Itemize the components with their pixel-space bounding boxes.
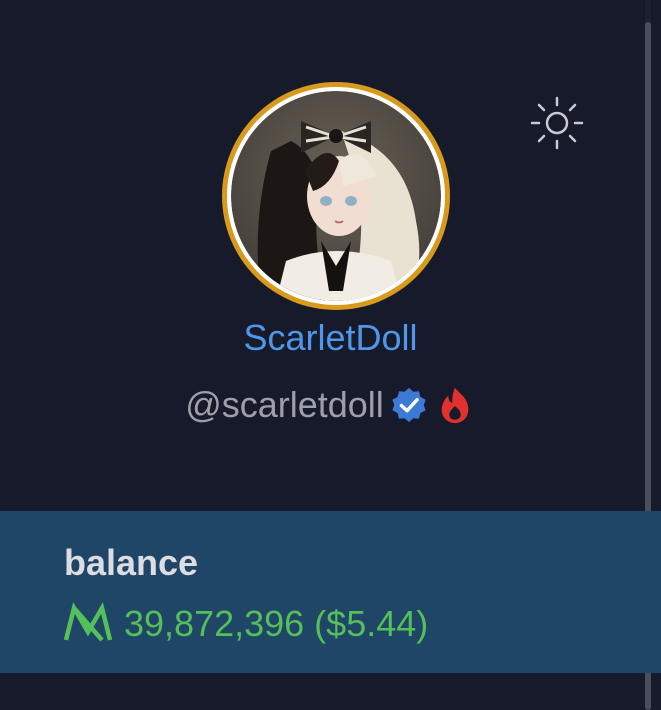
flame-badge-icon bbox=[434, 384, 476, 426]
balance-row: 39,872,396 ($5.44) bbox=[62, 599, 428, 649]
balance-amount: 39,872,396 ($5.44) bbox=[124, 603, 429, 644]
sun-icon bbox=[530, 96, 584, 150]
avatar-frame bbox=[227, 87, 445, 305]
profile-portrait-image bbox=[231, 91, 441, 301]
profile-screen: ScarletDoll @scarletdoll balance 39,872,… bbox=[0, 0, 661, 710]
balance-panel[interactable]: balance 39,872,396 ($5.44) bbox=[0, 511, 661, 673]
handle-row: @scarletdoll bbox=[0, 382, 661, 428]
avatar[interactable] bbox=[222, 82, 450, 310]
display-name: ScarletDoll bbox=[243, 317, 418, 358]
verified-badge-icon bbox=[388, 384, 430, 426]
theme-toggle-button[interactable] bbox=[528, 94, 586, 152]
handle-text: @scarletdoll bbox=[185, 384, 384, 425]
balance-title: balance bbox=[64, 542, 199, 583]
mana-logo-icon bbox=[63, 602, 113, 642]
